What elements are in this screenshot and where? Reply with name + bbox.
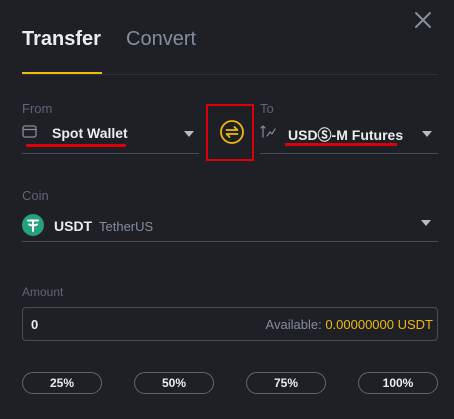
from-wallet-select[interactable]: Spot Wallet xyxy=(22,120,199,154)
tab-transfer[interactable]: Transfer xyxy=(22,28,101,51)
red-annotation-underline xyxy=(285,143,397,146)
red-annotation-underline xyxy=(26,144,126,147)
chevron-down-icon xyxy=(184,131,194,137)
tabs-divider xyxy=(22,74,438,75)
percent-75-button[interactable]: 75% xyxy=(246,372,326,394)
available-label: Available: xyxy=(265,317,322,332)
to-label: To xyxy=(260,101,274,116)
amount-label: Amount xyxy=(22,285,64,299)
swap-icon[interactable] xyxy=(220,120,244,144)
available-balance: Available: 0.00000000 USDT xyxy=(266,317,433,332)
tether-icon xyxy=(22,214,44,236)
close-icon[interactable] xyxy=(413,10,433,30)
wallet-icon xyxy=(22,125,37,138)
amount-input[interactable]: 0 Available: 0.00000000 USDT xyxy=(22,307,438,341)
from-wallet-value: Spot Wallet xyxy=(52,125,128,141)
to-wallet-value: USDⓈ-M Futures xyxy=(288,127,404,143)
available-value: 0.00000000 USDT xyxy=(325,317,433,332)
coin-select[interactable]: USDT TetherUS xyxy=(22,209,438,242)
futures-icon xyxy=(260,125,276,138)
coin-name: TetherUS xyxy=(99,219,154,234)
coin-symbol: USDT xyxy=(54,218,93,234)
coin-label: Coin xyxy=(22,188,49,203)
to-wallet-select[interactable]: USDⓈ-M Futures xyxy=(260,120,438,154)
coin-underline xyxy=(22,241,438,242)
chevron-down-icon xyxy=(422,131,432,137)
from-label: From xyxy=(22,101,53,116)
tab-convert[interactable]: Convert xyxy=(126,28,196,51)
from-underline xyxy=(22,153,199,154)
percent-50-button[interactable]: 50% xyxy=(134,372,214,394)
chevron-down-icon xyxy=(421,220,431,226)
percent-25-button[interactable]: 25% xyxy=(22,372,102,394)
to-underline xyxy=(260,153,438,154)
percent-100-button[interactable]: 100% xyxy=(358,372,438,394)
amount-value: 0 xyxy=(31,317,39,332)
